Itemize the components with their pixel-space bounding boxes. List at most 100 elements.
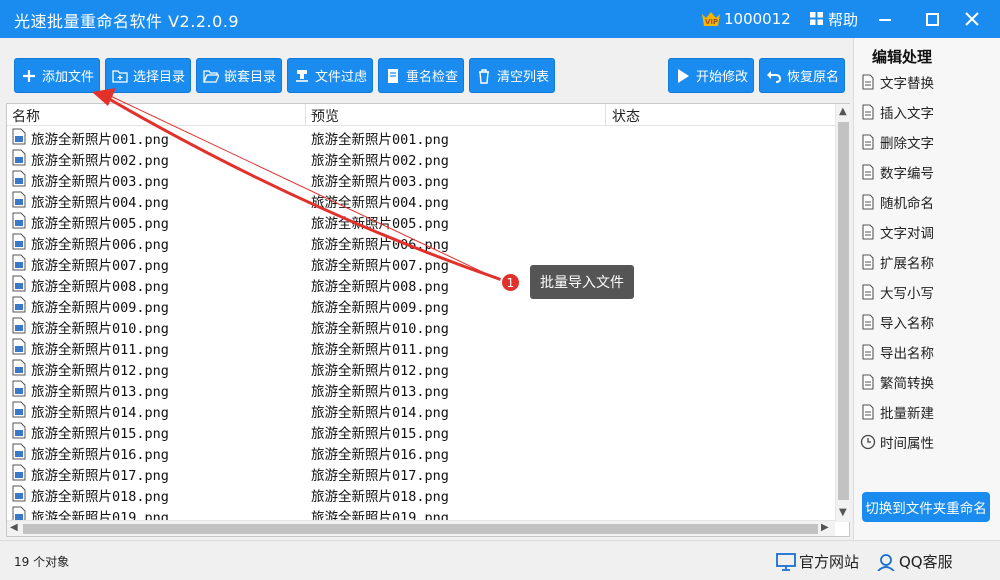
file-name: 旅游全新照片018.png [31,489,169,505]
table-row[interactable]: 旅游全新照片019.png 旅游全新照片019.png [7,504,835,520]
scroll-up-icon[interactable]: ▲ [839,106,847,117]
table-row[interactable]: 旅游全新照片017.png 旅游全新照片017.png [7,462,835,484]
qq-support-link[interactable]: QQ客服 [876,551,953,572]
table-row[interactable]: 旅游全新照片012.png 旅游全新照片012.png [7,357,835,379]
file-name: 旅游全新照片006.png [31,237,169,253]
horizontal-scroll-thumb[interactable] [23,524,818,534]
list-rows: 旅游全新照片001.png 旅游全新照片001.png 旅游全新照片002.png 旅… [7,126,835,520]
column-header-name[interactable]: 名称 [12,106,40,126]
edit-panel: 编辑处理 文字替换 插入文字 删除文字 数字编号 随机命名 文字对调 扩展名称 大写小写 导入名… [853,38,1000,540]
scroll-right-icon[interactable]: ▶ [821,522,829,533]
file-filter-label: 文件过虑 [315,70,368,85]
file-list[interactable]: 名称 预览 状态 旅游全新照片001.png 旅游全新照片001.png 旅游全新照… [6,103,850,537]
side-item-4[interactable]: 数字编号 [860,158,994,185]
grid-icon[interactable] [810,12,823,25]
maximize-icon[interactable] [917,4,947,34]
side-item-label: 文字替换 [880,75,934,92]
folder-open-icon [203,69,219,83]
side-item-13[interactable]: 时间属性 [860,428,994,455]
play-icon [678,68,689,83]
close-icon[interactable] [957,4,987,34]
side-item-12[interactable]: 批量新建 [860,398,994,425]
file-filter-button[interactable]: 文件过虑 [287,58,373,93]
scroll-left-icon[interactable]: ◀ [10,522,18,533]
select-directory-button[interactable]: 选择目录 [105,58,191,93]
switch-to-folder-rename-button[interactable]: 切换到文件夹重命名 [862,492,990,522]
trash-icon [479,68,489,84]
file-name: 旅游全新照片010.png [31,321,169,337]
help-menu[interactable]: 帮助 [828,9,858,30]
add-files-label: 添加文件 [42,70,95,85]
image-file-icon [12,485,26,502]
convert-icon [862,373,874,390]
table-row[interactable]: 旅游全新照片005.png 旅游全新照片005.png [7,210,835,232]
add-files-button[interactable]: 添加文件 [14,58,100,93]
side-item-7[interactable]: 扩展名称 [860,248,994,275]
side-item-label: 扩展名称 [880,255,934,272]
file-preview: 旅游全新照片019.png [311,510,449,520]
table-row[interactable]: 旅游全新照片003.png 旅游全新照片003.png [7,168,835,190]
file-name: 旅游全新照片003.png [31,174,169,190]
table-row[interactable]: 旅游全新照片010.png 旅游全新照片010.png [7,315,835,337]
side-item-5[interactable]: 随机命名 [860,188,994,215]
file-name: 旅游全新照片001.png [31,132,169,148]
new-file-icon [862,403,874,420]
clear-list-button[interactable]: 清空列表 [469,58,555,93]
table-row[interactable]: 旅游全新照片018.png 旅游全新照片018.png [7,483,835,505]
table-row[interactable]: 旅游全新照片006.png 旅游全新照片006.png [7,231,835,253]
side-item-1[interactable]: 文字替换 [860,68,994,95]
shuffle-icon [862,193,874,210]
vertical-scrollbar[interactable]: ▲ ▼ [835,104,850,522]
clear-list-label: 清空列表 [497,70,550,85]
vip-number[interactable]: 1000012 [724,10,791,28]
side-item-11[interactable]: 繁简转换 [860,368,994,395]
folder-plus-icon [112,69,128,83]
file-name: 旅游全新照片019.png [31,510,169,520]
side-item-label: 大写小写 [880,285,934,302]
extension-icon [862,253,874,270]
table-row[interactable]: 旅游全新照片011.png 旅游全新照片011.png [7,336,835,358]
table-row[interactable]: 旅游全新照片013.png 旅游全新照片013.png [7,378,835,400]
column-header-status[interactable]: 状态 [612,106,640,126]
table-row[interactable]: 旅游全新照片014.png 旅游全新照片014.png [7,399,835,421]
file-name: 旅游全新照片011.png [31,342,169,358]
document-check-icon [388,68,398,83]
vip-icon: VIP [702,12,720,26]
table-row[interactable]: 旅游全新照片001.png 旅游全新照片001.png [7,126,835,148]
side-item-2[interactable]: 插入文字 [860,98,994,125]
image-file-icon [12,506,26,520]
column-header-preview[interactable]: 预览 [311,106,339,126]
exchange-icon [862,223,874,240]
table-row[interactable]: 旅游全新照片009.png 旅游全新照片009.png [7,294,835,316]
minimize-icon[interactable] [870,4,900,34]
side-item-8[interactable]: 大写小写 [860,278,994,305]
file-preview: 旅游全新照片008.png [311,279,449,295]
restore-names-button[interactable]: 恢复原名 [759,58,845,93]
numbering-icon [862,163,874,180]
file-name: 旅游全新照片015.png [31,426,169,442]
table-row[interactable]: 旅游全新照片008.png 旅游全新照片008.png [7,273,835,295]
side-item-10[interactable]: 导出名称 [860,338,994,365]
image-file-icon [12,170,26,187]
image-file-icon [12,233,26,250]
vertical-scroll-thumb[interactable] [838,122,849,500]
table-row[interactable]: 旅游全新照片015.png 旅游全新照片015.png [7,420,835,442]
table-row[interactable]: 旅游全新照片002.png 旅游全新照片002.png [7,147,835,169]
duplicate-check-button[interactable]: 重名检查 [378,58,464,93]
side-item-6[interactable]: 文字对调 [860,218,994,245]
image-file-icon [12,338,26,355]
official-website-link[interactable]: 官方网站 [776,551,859,572]
horizontal-scrollbar[interactable]: ◀ ▶ [7,520,835,536]
clock-icon [860,434,876,449]
nested-directory-button[interactable]: 嵌套目录 [196,58,282,93]
scroll-down-icon[interactable]: ▼ [839,507,847,518]
table-row[interactable]: 旅游全新照片016.png 旅游全新照片016.png [7,441,835,463]
side-item-3[interactable]: 删除文字 [860,128,994,155]
start-rename-button[interactable]: 开始修改 [668,58,754,93]
side-item-label: 随机命名 [880,195,934,212]
file-preview: 旅游全新照片015.png [311,426,449,442]
side-item-9[interactable]: 导入名称 [860,308,994,335]
table-row[interactable]: 旅游全新照片004.png 旅游全新照片004.png [7,189,835,211]
table-row[interactable]: 旅游全新照片007.png 旅游全新照片007.png [7,252,835,274]
file-preview: 旅游全新照片005.png [311,216,449,232]
